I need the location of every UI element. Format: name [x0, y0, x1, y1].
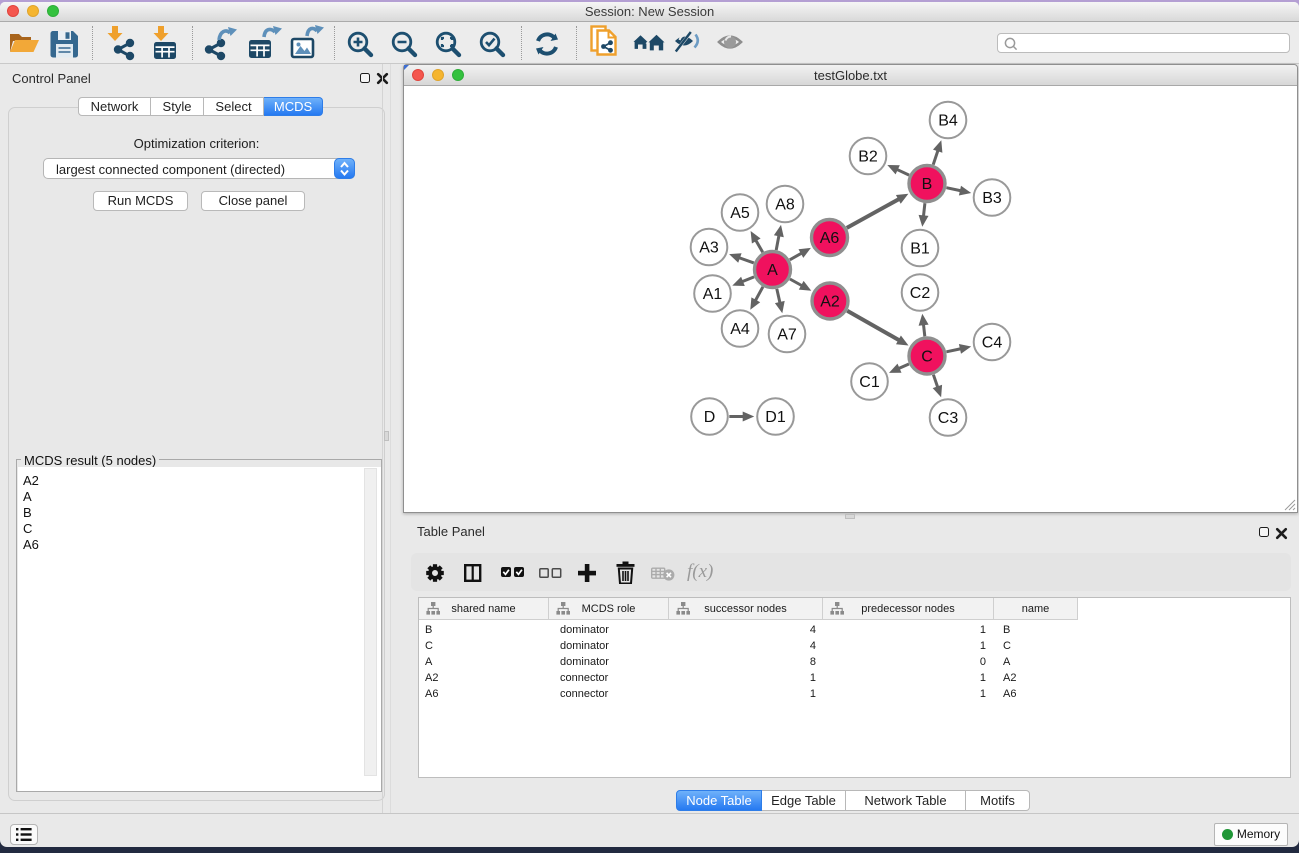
svg-text:A1: A1: [703, 286, 723, 303]
svg-text:A5: A5: [730, 205, 750, 222]
svg-text:C: C: [921, 349, 933, 366]
svg-text:A3: A3: [699, 240, 719, 257]
svg-text:C1: C1: [859, 374, 880, 391]
svg-text:A4: A4: [730, 321, 750, 338]
svg-text:A8: A8: [775, 197, 795, 214]
svg-text:A7: A7: [777, 327, 797, 344]
svg-text:A2: A2: [820, 294, 840, 311]
svg-text:C4: C4: [982, 335, 1003, 352]
svg-text:B1: B1: [910, 241, 930, 258]
svg-text:D1: D1: [765, 409, 786, 426]
svg-text:B4: B4: [938, 113, 958, 130]
svg-text:A6: A6: [820, 230, 840, 247]
svg-text:B3: B3: [982, 190, 1002, 207]
svg-text:B2: B2: [858, 149, 878, 166]
svg-text:C3: C3: [938, 410, 959, 427]
svg-text:B: B: [922, 176, 933, 193]
svg-text:D: D: [704, 409, 716, 426]
svg-text:C2: C2: [910, 285, 931, 302]
svg-text:A: A: [767, 262, 778, 279]
